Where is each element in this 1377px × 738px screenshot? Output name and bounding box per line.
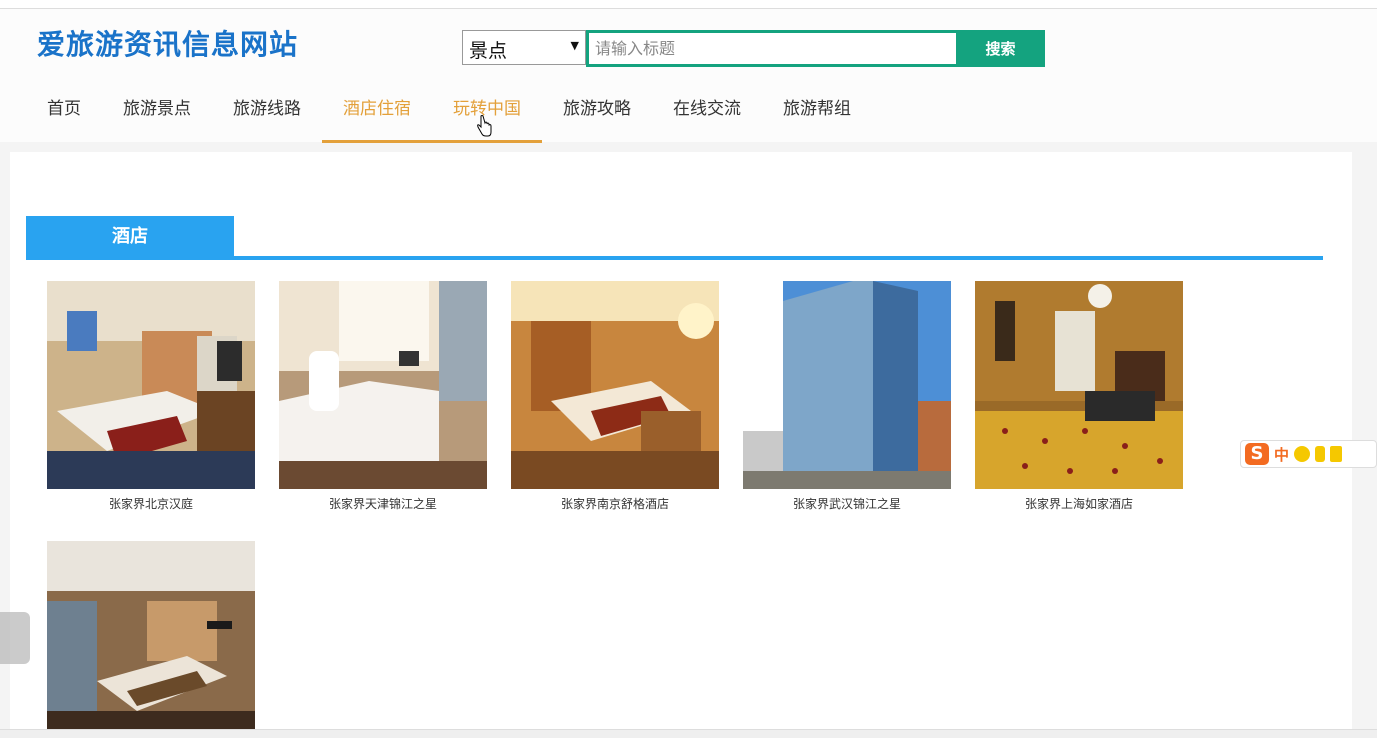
nav-item-guides[interactable]: 旅游攻略 [542,87,652,143]
hotel-name[interactable]: 张家界上海如家酒店 [975,495,1183,512]
content-panel: 酒店 张家界北京汉庭 张家界天津锦江之星 张家界南京舒格酒店 张家界武汉锦江之星… [10,152,1352,737]
search-button[interactable]: 搜索 [956,30,1045,67]
floating-badge [0,612,30,664]
section-divider [26,256,1323,260]
nav-item-hotels[interactable]: 酒店住宿 [322,87,432,143]
hotel-card[interactable]: 张家界南京舒格酒店 [511,281,719,512]
hotel-card[interactable]: 张家界北京汉庭 [47,281,255,512]
hotel-image[interactable] [975,281,1183,489]
search-category-value: 景点 [469,40,508,62]
site-header: 爱旅游资讯信息网站 景点 ▼ 搜索 首页 旅游景点 旅游线路 酒店住宿 玩转中国… [0,9,1377,143]
nav-item-forum[interactable]: 在线交流 [652,87,762,143]
ime-mode-toggle[interactable]: 中 [1274,444,1289,465]
nav-label: 旅游线路 [233,99,301,119]
nav-item-home[interactable]: 首页 [26,87,102,143]
hotel-image[interactable] [279,281,487,489]
nav-active-underline [432,140,542,143]
hotel-image[interactable] [743,281,951,489]
emoji-icon[interactable] [1294,446,1311,462]
site-logo[interactable]: 爱旅游资讯信息网站 [37,23,298,63]
keyboard-icon[interactable] [1330,446,1343,462]
hotel-name[interactable]: 张家界南京舒格酒店 [511,495,719,512]
hotel-name[interactable]: 张家界武汉锦江之星 [743,495,951,512]
hotel-image[interactable] [47,541,255,737]
hand-cursor-icon [477,115,492,137]
hotel-name[interactable]: 张家界北京汉庭 [47,495,255,512]
hotel-card[interactable]: 张家界武汉锦江之星 [743,281,951,512]
hotel-name[interactable]: 张家界天津锦江之星 [279,495,487,512]
microphone-icon[interactable] [1315,446,1326,462]
hotel-card[interactable]: 张家界天津锦江之星 [279,281,487,512]
hotel-card[interactable]: 张家界上海如家酒店 [975,281,1183,512]
nav-item-attractions[interactable]: 旅游景点 [102,87,212,143]
hotel-image[interactable] [47,281,255,489]
chevron-down-icon: ▼ [570,39,579,52]
search-category-select[interactable]: 景点 ▼ [462,30,586,65]
nav-item-help[interactable]: 旅游帮组 [762,87,872,143]
nav-label: 旅游帮组 [783,99,851,119]
nav-label: 在线交流 [673,99,741,119]
hotel-image[interactable] [511,281,719,489]
nav-label: 旅游攻略 [563,99,631,119]
search-bar: 景点 ▼ 搜索 [462,30,1045,67]
nav-label: 旅游景点 [123,99,191,119]
nav-active-underline [322,140,432,143]
top-bar [0,0,1377,9]
sogou-logo-icon[interactable]: S [1245,443,1269,465]
nav-label: 首页 [47,99,81,119]
nav-item-routes[interactable]: 旅游线路 [212,87,322,143]
section-tab-hotels[interactable]: 酒店 [26,216,234,256]
ime-toolbar[interactable]: S 中 [1240,440,1377,468]
main-nav: 首页 旅游景点 旅游线路 酒店住宿 玩转中国 旅游攻略 在线交流 旅游帮组 [26,87,872,143]
hotel-card[interactable] [47,541,255,737]
search-input[interactable] [586,30,956,67]
nav-label: 酒店住宿 [343,99,411,119]
